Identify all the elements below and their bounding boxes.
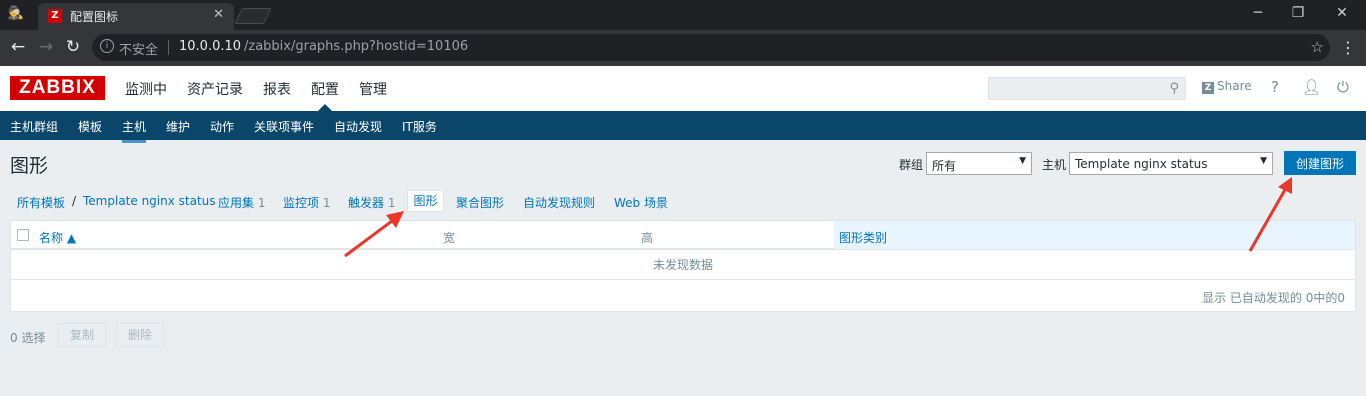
address-bar: ← → ↻ i 不安全 10.0.0.10 /zabbix/graphs.php… (0, 30, 1366, 66)
select-all-checkbox[interactable] (17, 229, 29, 241)
graphs-table: 名称 ▲ 宽 高 图形类别 未发现数据 显示 已自动发现的 0中的0 (10, 220, 1356, 312)
column-height: 高 (641, 231, 654, 245)
tab-graphs[interactable]: 图形 (407, 190, 444, 212)
tab-items-count: 1 (322, 196, 331, 210)
table-header: 名称 ▲ 宽 高 图形类别 (11, 221, 1355, 250)
breadcrumb-template[interactable]: Template nginx status (83, 194, 216, 208)
tab-triggers-count: 1 (387, 196, 396, 210)
tab-items-label: 监控项 (283, 196, 320, 210)
zabbix-favicon-icon: Z (48, 9, 62, 23)
tab-triggers[interactable]: 触发器 1 (348, 194, 395, 211)
tab-screens[interactable]: 聚合图形 (456, 194, 504, 211)
tab-items[interactable]: 监控项 1 (283, 194, 330, 211)
column-highlight (834, 221, 1355, 249)
menu-monitoring[interactable]: 监测中 (125, 79, 167, 99)
subnav-maintenance[interactable]: 维护 (166, 118, 190, 135)
browser-tab-bar: 🕵 Z 配置图标 ✕ ─ ❐ ✕ (0, 0, 1366, 30)
create-graph-button[interactable]: 创建图形 (1284, 151, 1356, 175)
share-label: Share (1217, 79, 1252, 93)
browser-menu-icon[interactable]: ⋮ (1340, 38, 1356, 57)
incognito-icon: 🕵 (7, 6, 25, 21)
subnav-correlation[interactable]: 关联项事件 (254, 118, 314, 135)
group-select[interactable]: 所有 ▼ (926, 152, 1032, 175)
chevron-down-icon: ▼ (1260, 156, 1267, 166)
share-icon: Z (1202, 82, 1214, 94)
zabbix-logo[interactable]: ZABBIX (10, 76, 105, 100)
subnav-actions[interactable]: 动作 (210, 118, 234, 135)
breadcrumb-all-templates[interactable]: 所有模板 (17, 194, 65, 211)
tab-applications[interactable]: 应用集 1 (218, 194, 265, 211)
tab-discovery-rules[interactable]: 自动发现规则 (523, 194, 595, 211)
forward-icon[interactable]: → (36, 37, 56, 57)
window-close-icon[interactable]: ✕ (1322, 5, 1362, 21)
insecure-label: 不安全 (119, 43, 159, 58)
zabbix-header: ZABBIX 监测中 资产记录 报表 配置 管理 ⚲ Z Share ? 👤︎ ⏻ (0, 66, 1366, 111)
tab-title: 配置图标 (70, 10, 119, 24)
tab-web-scenarios[interactable]: Web 场景 (614, 194, 668, 211)
new-tab-button[interactable] (234, 8, 272, 24)
active-menu-caret (318, 104, 332, 111)
group-label: 群组 (899, 158, 924, 172)
global-search-input[interactable]: ⚲ (988, 77, 1186, 100)
tab-applications-label: 应用集 (218, 196, 255, 210)
subnav-host-groups[interactable]: 主机群组 (10, 118, 58, 135)
tab-triggers-label: 触发器 (348, 196, 385, 210)
sub-navigation: 主机群组 模板 主机 维护 动作 关联项事件 自动发现 IT服务 (0, 111, 1366, 143)
menu-reports[interactable]: 报表 (263, 79, 291, 99)
subnav-discovery[interactable]: 自动发现 (334, 118, 382, 135)
empty-row: 未发现数据 (11, 251, 1355, 280)
chevron-down-icon: ▼ (1019, 156, 1026, 166)
host-select-value: Template nginx status (1075, 157, 1208, 171)
url-host: 10.0.0.10 (179, 39, 242, 54)
menu-administration[interactable]: 管理 (359, 79, 387, 99)
search-icon[interactable]: ⚲ (1169, 81, 1179, 96)
group-select-value: 所有 (932, 159, 957, 173)
menu-inventory[interactable]: 资产记录 (187, 79, 243, 99)
column-name[interactable]: 名称 ▲ (39, 229, 76, 246)
menu-configuration[interactable]: 配置 (311, 79, 339, 99)
selected-count: 0 选择 (10, 331, 46, 345)
sign-out-icon[interactable]: ⏻ (1337, 78, 1349, 96)
page-title: 图形 (10, 155, 49, 177)
browser-tab[interactable]: Z 配置图标 ✕ (38, 3, 234, 30)
share-link[interactable]: Z Share (1202, 79, 1252, 94)
copy-button[interactable]: 复制 (58, 323, 106, 347)
delete-button[interactable]: 删除 (116, 323, 164, 347)
column-graph-type[interactable]: 图形类别 (839, 229, 887, 246)
column-width: 宽 (443, 231, 456, 245)
back-icon[interactable]: ← (8, 37, 28, 57)
subnav-templates[interactable]: 模板 (78, 118, 102, 135)
url-input[interactable]: i 不安全 10.0.0.10 /zabbix/graphs.php?hosti… (92, 34, 1330, 61)
help-icon[interactable]: ? (1271, 78, 1279, 96)
reload-icon[interactable]: ↻ (63, 37, 83, 57)
maximize-icon[interactable]: ❐ (1278, 5, 1318, 21)
info-icon[interactable]: i (100, 39, 114, 53)
omnibox-divider (168, 40, 169, 55)
host-select[interactable]: Template nginx status ▼ (1069, 152, 1273, 175)
subnav-hosts[interactable]: 主机 (122, 118, 147, 143)
tab-close-icon[interactable]: ✕ (213, 7, 224, 22)
table-footer: 显示 已自动发现的 0中的0 (1202, 291, 1345, 305)
url-path: /zabbix/graphs.php?hostid=10106 (244, 39, 469, 54)
host-label: 主机 (1042, 158, 1067, 172)
minimize-icon[interactable]: ─ (1238, 5, 1278, 21)
star-icon[interactable]: ☆ (1311, 38, 1324, 56)
tab-applications-count: 1 (257, 196, 266, 210)
user-profile-icon[interactable]: 👤︎ (1302, 78, 1321, 96)
subnav-it-services[interactable]: IT服务 (402, 118, 437, 135)
breadcrumb-separator: / (72, 194, 77, 208)
